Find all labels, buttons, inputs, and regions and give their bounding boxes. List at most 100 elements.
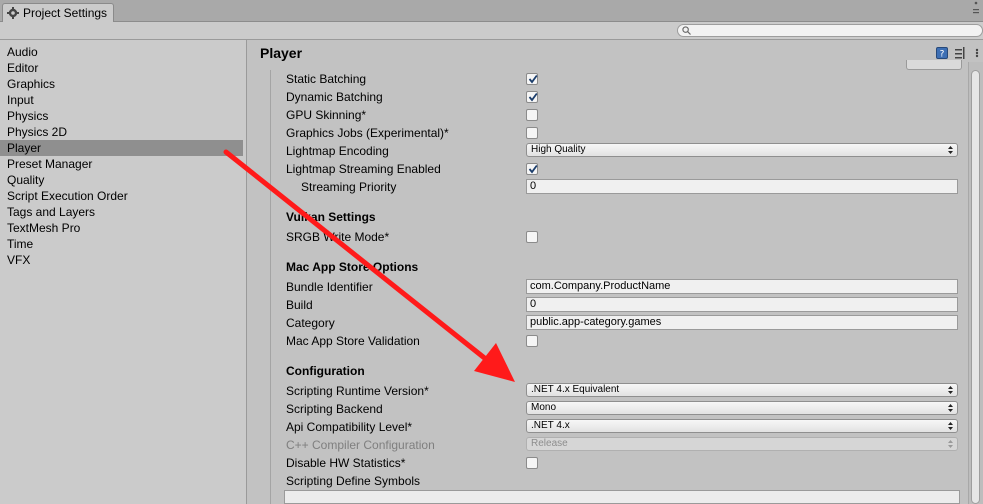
dropdown-arrows-icon — [948, 146, 953, 154]
panel-header: Player ? — [248, 40, 983, 67]
cpp-compiler-configuration-dropdown: Release — [526, 437, 958, 451]
bundle-identifier-label: Bundle Identifier — [286, 280, 373, 294]
sidebar-item-editor[interactable]: Editor — [0, 60, 243, 76]
gear-icon — [7, 7, 19, 19]
row-dynamic-batching: Dynamic Batching — [286, 88, 958, 106]
checkmark-icon — [528, 92, 538, 102]
lightmap-encoding-dropdown[interactable]: High Quality — [526, 143, 958, 157]
row-static-batching: Static Batching — [286, 70, 958, 88]
sidebar-item-preset-manager[interactable]: Preset Manager — [0, 156, 243, 172]
sidebar-item-time[interactable]: Time — [0, 236, 243, 252]
sidebar-item-audio[interactable]: Audio — [0, 44, 243, 60]
cpp-compiler-configuration-value: Release — [531, 438, 568, 449]
dropdown-arrows-icon — [948, 386, 953, 394]
gpu-skinning-checkbox[interactable] — [526, 109, 538, 121]
lightmap-streaming-checkbox[interactable] — [526, 163, 538, 175]
build-label: Build — [286, 298, 313, 312]
api-compatibility-level-label: Api Compatibility Level* — [286, 420, 413, 434]
section-vulkan-settings: Vulkan Settings — [286, 210, 376, 224]
sidebar-item-quality[interactable]: Quality — [0, 172, 243, 188]
row-scripting-runtime-version: Scripting Runtime Version* .NET 4.x Equi… — [286, 382, 958, 400]
category-field[interactable]: public.app-category.games — [526, 315, 958, 330]
search-input[interactable] — [677, 24, 983, 37]
lightmap-encoding-label: Lightmap Encoding — [286, 144, 389, 158]
dropdown-arrows-icon — [948, 440, 953, 448]
streaming-priority-field[interactable]: 0 — [526, 179, 958, 194]
collapsed-header-button[interactable] — [906, 60, 962, 70]
scripting-define-symbols-label: Scripting Define Symbols — [286, 474, 421, 488]
row-graphics-jobs: Graphics Jobs (Experimental)* — [286, 124, 958, 142]
scripting-runtime-version-dropdown[interactable]: .NET 4.x Equivalent — [526, 383, 958, 397]
bundle-identifier-field[interactable]: com.Company.ProductName — [526, 279, 958, 294]
sidebar-item-tags-and-layers[interactable]: Tags and Layers — [0, 204, 243, 220]
sidebar-item-script-execution-order[interactable]: Script Execution Order — [0, 188, 243, 204]
sidebar: Audio Editor Graphics Input Physics Phys… — [0, 40, 247, 504]
presets-icon[interactable] — [954, 47, 966, 59]
row-bundle-identifier: Bundle Identifier com.Company.ProductNam… — [286, 278, 958, 296]
row-disable-hw-statistics: Disable HW Statistics* — [286, 454, 958, 472]
graphics-jobs-label: Graphics Jobs (Experimental)* — [286, 126, 449, 140]
tab-project-settings[interactable]: Project Settings — [2, 3, 114, 22]
checkmark-icon — [528, 164, 538, 174]
row-streaming-priority: Streaming Priority 0 — [286, 178, 958, 196]
row-cpp-compiler-configuration: C++ Compiler Configuration Release — [286, 436, 958, 454]
sidebar-item-player[interactable]: Player — [0, 140, 243, 156]
scripting-backend-dropdown[interactable]: Mono — [526, 401, 958, 415]
window-titlebar: Project Settings — [0, 0, 983, 22]
dropdown-arrows-icon — [948, 404, 953, 412]
disable-hw-statistics-checkbox[interactable] — [526, 457, 538, 469]
sidebar-item-textmesh-pro[interactable]: TextMesh Pro — [0, 220, 243, 236]
row-scripting-backend: Scripting Backend Mono — [286, 400, 958, 418]
row-srgb-write-mode: SRGB Write Mode* — [286, 228, 958, 246]
row-api-compatibility-level: Api Compatibility Level* .NET 4.x — [286, 418, 958, 436]
scrollbar-thumb[interactable] — [971, 70, 980, 504]
dynamic-batching-checkbox[interactable] — [526, 91, 538, 103]
cpp-compiler-configuration-label: C++ Compiler Configuration — [286, 438, 435, 452]
streaming-priority-label: Streaming Priority — [301, 180, 397, 194]
graphics-jobs-checkbox[interactable] — [526, 127, 538, 139]
build-field[interactable]: 0 — [526, 297, 958, 312]
toolbar — [0, 22, 983, 40]
static-batching-label: Static Batching — [286, 72, 367, 86]
row-build: Build 0 — [286, 296, 958, 314]
scripting-runtime-version-label: Scripting Runtime Version* — [286, 384, 429, 398]
scripting-define-symbols-field[interactable] — [284, 490, 960, 504]
settings-panel: Player ? Static Batching Dynamic Batchin… — [248, 40, 983, 504]
row-gpu-skinning: GPU Skinning* — [286, 106, 958, 124]
sidebar-item-physics-2d[interactable]: Physics 2D — [0, 124, 243, 140]
menu-dots-icon[interactable] — [971, 0, 981, 18]
api-compatibility-level-value: .NET 4.x — [531, 420, 570, 431]
checkmark-icon — [528, 74, 538, 84]
dropdown-arrows-icon — [948, 422, 953, 430]
lightmap-streaming-label: Lightmap Streaming Enabled — [286, 162, 441, 176]
indent-guide — [270, 70, 271, 504]
row-mac-app-store-validation: Mac App Store Validation — [286, 332, 958, 350]
help-icon[interactable]: ? — [936, 47, 948, 59]
static-batching-checkbox[interactable] — [526, 73, 538, 85]
lightmap-encoding-value: High Quality — [531, 144, 586, 155]
mac-app-store-validation-checkbox[interactable] — [526, 335, 538, 347]
row-lightmap-encoding: Lightmap Encoding High Quality — [286, 142, 958, 160]
sidebar-item-graphics[interactable]: Graphics — [0, 76, 243, 92]
srgb-write-mode-checkbox[interactable] — [526, 231, 538, 243]
category-label: Category — [286, 316, 335, 330]
search-icon — [682, 26, 691, 35]
scripting-runtime-version-value: .NET 4.x Equivalent — [531, 384, 620, 395]
sidebar-item-input[interactable]: Input — [0, 92, 243, 108]
sidebar-item-physics[interactable]: Physics — [0, 108, 243, 124]
section-configuration: Configuration — [286, 364, 365, 378]
more-icon[interactable] — [972, 47, 982, 59]
scripting-backend-value: Mono — [531, 402, 557, 413]
disable-hw-statistics-label: Disable HW Statistics* — [286, 456, 406, 470]
row-scripting-define-symbols: Scripting Define Symbols — [286, 472, 958, 490]
page-title: Player — [260, 45, 303, 61]
dynamic-batching-label: Dynamic Batching — [286, 90, 383, 104]
row-lightmap-streaming: Lightmap Streaming Enabled — [286, 160, 958, 178]
mac-app-store-validation-label: Mac App Store Validation — [286, 334, 420, 348]
api-compatibility-level-dropdown[interactable]: .NET 4.x — [526, 419, 958, 433]
sidebar-item-vfx[interactable]: VFX — [0, 252, 243, 268]
gpu-skinning-label: GPU Skinning* — [286, 108, 367, 122]
row-category: Category public.app-category.games — [286, 314, 958, 332]
srgb-write-mode-label: SRGB Write Mode* — [286, 230, 390, 244]
scripting-backend-label: Scripting Backend — [286, 402, 383, 416]
